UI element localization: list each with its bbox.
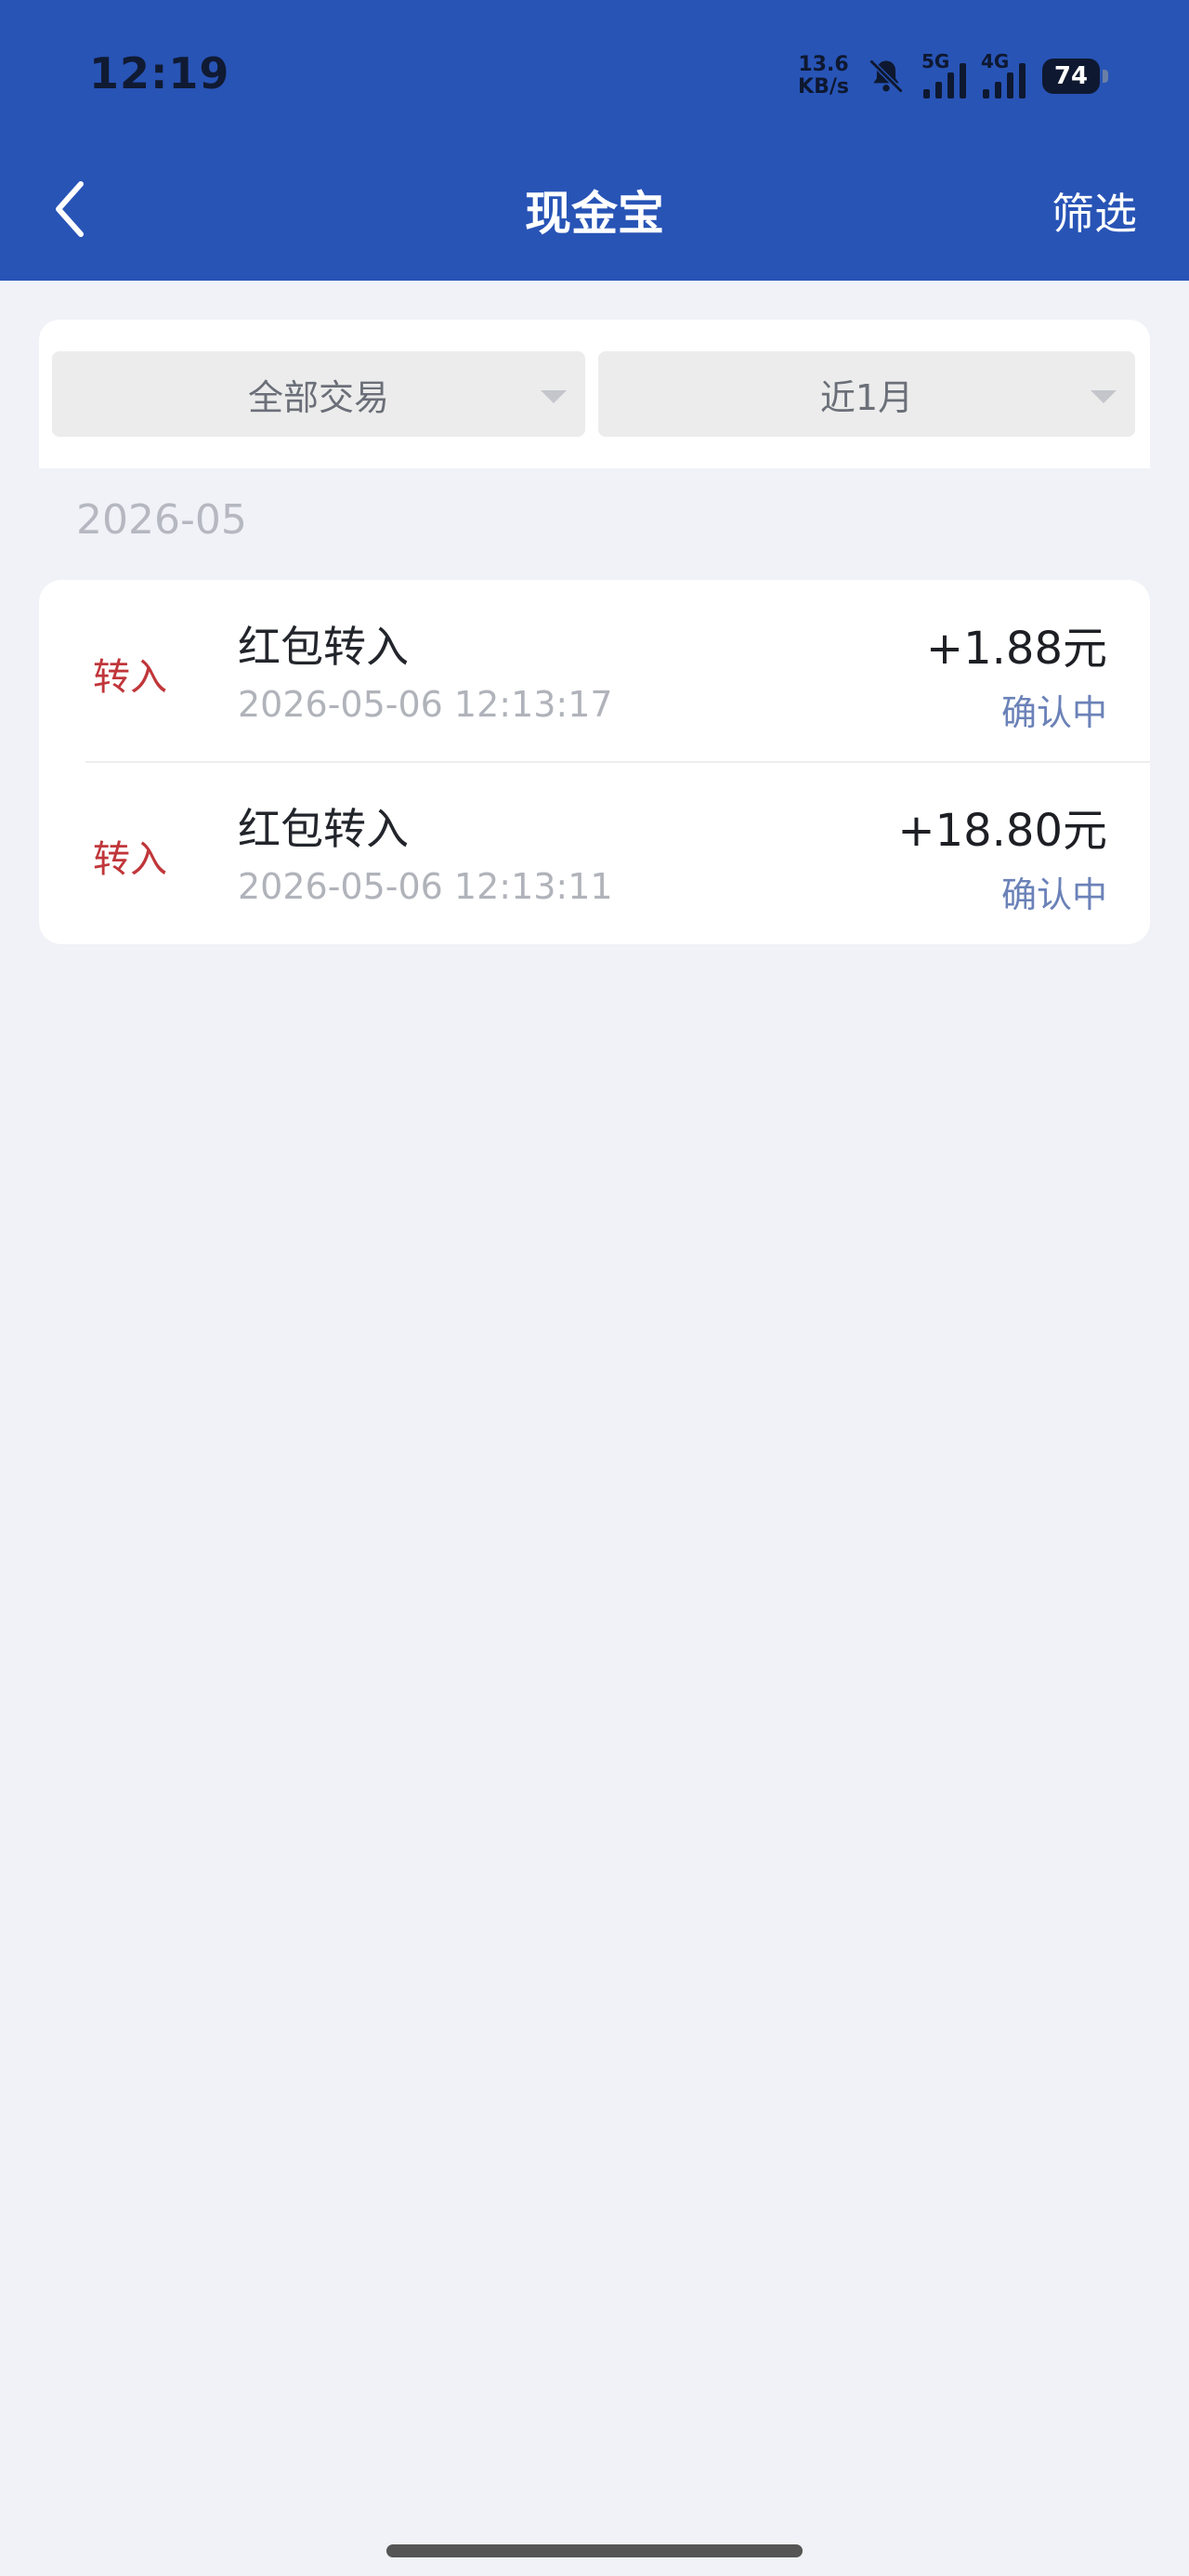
transaction-amount: +1.88元 <box>925 623 1107 675</box>
app-header: 12:19 13.6 KB/s 5G 4G 74 现金宝 筛选 <box>0 0 1189 281</box>
bell-muted-icon <box>869 59 904 94</box>
network-speed-unit: KB/s <box>798 75 849 99</box>
signal-5g-label: 5G <box>921 50 950 72</box>
filter-bar: 全部交易 近1月 <box>39 320 1150 468</box>
home-indicator[interactable] <box>386 2544 803 2557</box>
page-title: 现金宝 <box>525 187 664 241</box>
transaction-list: 转入 红包转入 2026-05-06 12:13:17 +1.88元 确认中 转… <box>39 580 1150 944</box>
transaction-type-label: 全部交易 <box>247 376 389 418</box>
transaction-name: 红包转入 <box>238 804 409 854</box>
battery-icon: 74 <box>1042 59 1108 94</box>
transaction-status: 确认中 <box>1000 874 1107 915</box>
signal-5g-icon: 5G <box>921 50 966 99</box>
status-time: 12:19 <box>89 48 230 99</box>
period-label: 近1月 <box>819 376 914 418</box>
network-speed-value: 13.6 <box>798 53 849 76</box>
signal-4g-icon: 4G <box>981 50 1026 99</box>
signal-4g-label: 4G <box>981 50 1010 72</box>
transaction-row[interactable]: 转入 红包转入 2026-05-06 12:13:17 +1.88元 确认中 <box>39 580 1150 763</box>
transaction-amount: +18.80元 <box>897 805 1107 857</box>
transaction-type: 转入 <box>93 838 167 881</box>
transaction-status: 确认中 <box>1000 692 1107 733</box>
transaction-time: 2026-05-06 12:13:11 <box>238 866 613 907</box>
filter-button[interactable]: 筛选 <box>1052 180 1137 242</box>
caret-down-icon <box>541 390 567 403</box>
status-icons: 13.6 KB/s 5G 4G 74 <box>798 48 1108 104</box>
transaction-type-dropdown[interactable]: 全部交易 <box>52 351 585 437</box>
transaction-time: 2026-05-06 12:13:17 <box>238 684 613 725</box>
caret-down-icon <box>1091 390 1117 403</box>
transaction-name: 红包转入 <box>238 622 409 672</box>
period-dropdown[interactable]: 近1月 <box>598 351 1135 437</box>
transaction-type: 转入 <box>93 656 167 699</box>
month-header: 2026-05 <box>76 496 247 544</box>
network-speed: 13.6 KB/s <box>798 54 849 99</box>
transaction-row[interactable]: 转入 红包转入 2026-05-06 12:13:11 +18.80元 确认中 <box>39 762 1150 944</box>
